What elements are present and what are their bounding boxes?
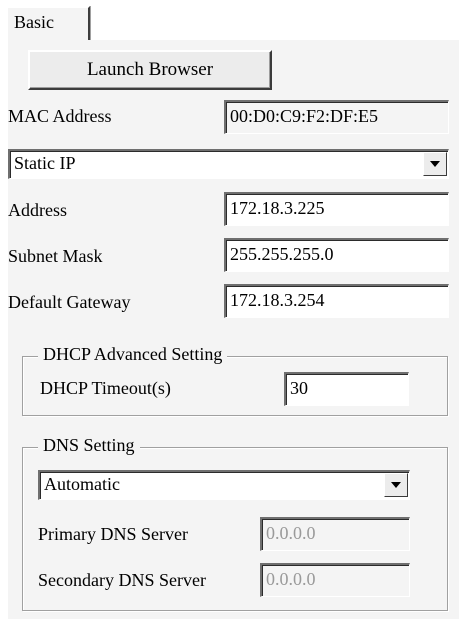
secondary-dns-label: Secondary DNS Server bbox=[38, 570, 206, 590]
primary-dns-value: 0.0.0.0 bbox=[266, 523, 316, 543]
ip-mode-select[interactable]: Static IP bbox=[8, 149, 449, 179]
dns-mode-dropdown-button[interactable] bbox=[384, 473, 408, 497]
address-value: 172.18.3.225 bbox=[230, 198, 325, 218]
tab-basic[interactable]: Basic bbox=[6, 6, 90, 40]
launch-browser-button[interactable]: Launch Browser bbox=[28, 50, 272, 90]
dhcp-advanced-title: DHCP Advanced Setting bbox=[38, 344, 228, 365]
primary-dns-input: 0.0.0.0 bbox=[260, 517, 410, 551]
default-gateway-label: Default Gateway bbox=[8, 292, 131, 312]
subnet-mask-label: Subnet Mask bbox=[8, 246, 103, 266]
launch-browser-label: Launch Browser bbox=[86, 59, 214, 80]
address-input[interactable]: 172.18.3.225 bbox=[224, 192, 449, 226]
mac-address-field: 00:D0:C9:F2:DF:E5 bbox=[224, 100, 449, 134]
dhcp-timeout-input[interactable]: 30 bbox=[284, 372, 409, 406]
mac-address-label: MAC Address bbox=[8, 106, 112, 126]
secondary-dns-input: 0.0.0.0 bbox=[260, 563, 410, 597]
chevron-down-icon bbox=[430, 161, 440, 167]
ip-mode-dropdown-button[interactable] bbox=[423, 152, 447, 176]
primary-dns-label: Primary DNS Server bbox=[38, 524, 188, 544]
subnet-mask-input[interactable]: 255.255.255.0 bbox=[224, 238, 449, 272]
subnet-mask-value: 255.255.255.0 bbox=[230, 244, 334, 264]
chevron-down-icon bbox=[391, 482, 401, 488]
dns-mode-select[interactable]: Automatic bbox=[38, 470, 410, 500]
dhcp-timeout-label: DHCP Timeout(s) bbox=[40, 378, 171, 398]
secondary-dns-value: 0.0.0.0 bbox=[266, 569, 316, 589]
mac-address-value: 00:D0:C9:F2:DF:E5 bbox=[230, 106, 379, 126]
dns-mode-selected: Automatic bbox=[44, 474, 120, 494]
dhcp-timeout-value: 30 bbox=[290, 378, 308, 398]
address-label: Address bbox=[8, 200, 67, 220]
ip-mode-selected: Static IP bbox=[14, 153, 76, 173]
tab-basic-label: Basic bbox=[14, 12, 54, 32]
default-gateway-value: 172.18.3.254 bbox=[230, 290, 325, 310]
tab-strip-line bbox=[90, 38, 459, 40]
default-gateway-input[interactable]: 172.18.3.254 bbox=[224, 284, 449, 318]
dns-setting-title: DNS Setting bbox=[38, 435, 140, 456]
